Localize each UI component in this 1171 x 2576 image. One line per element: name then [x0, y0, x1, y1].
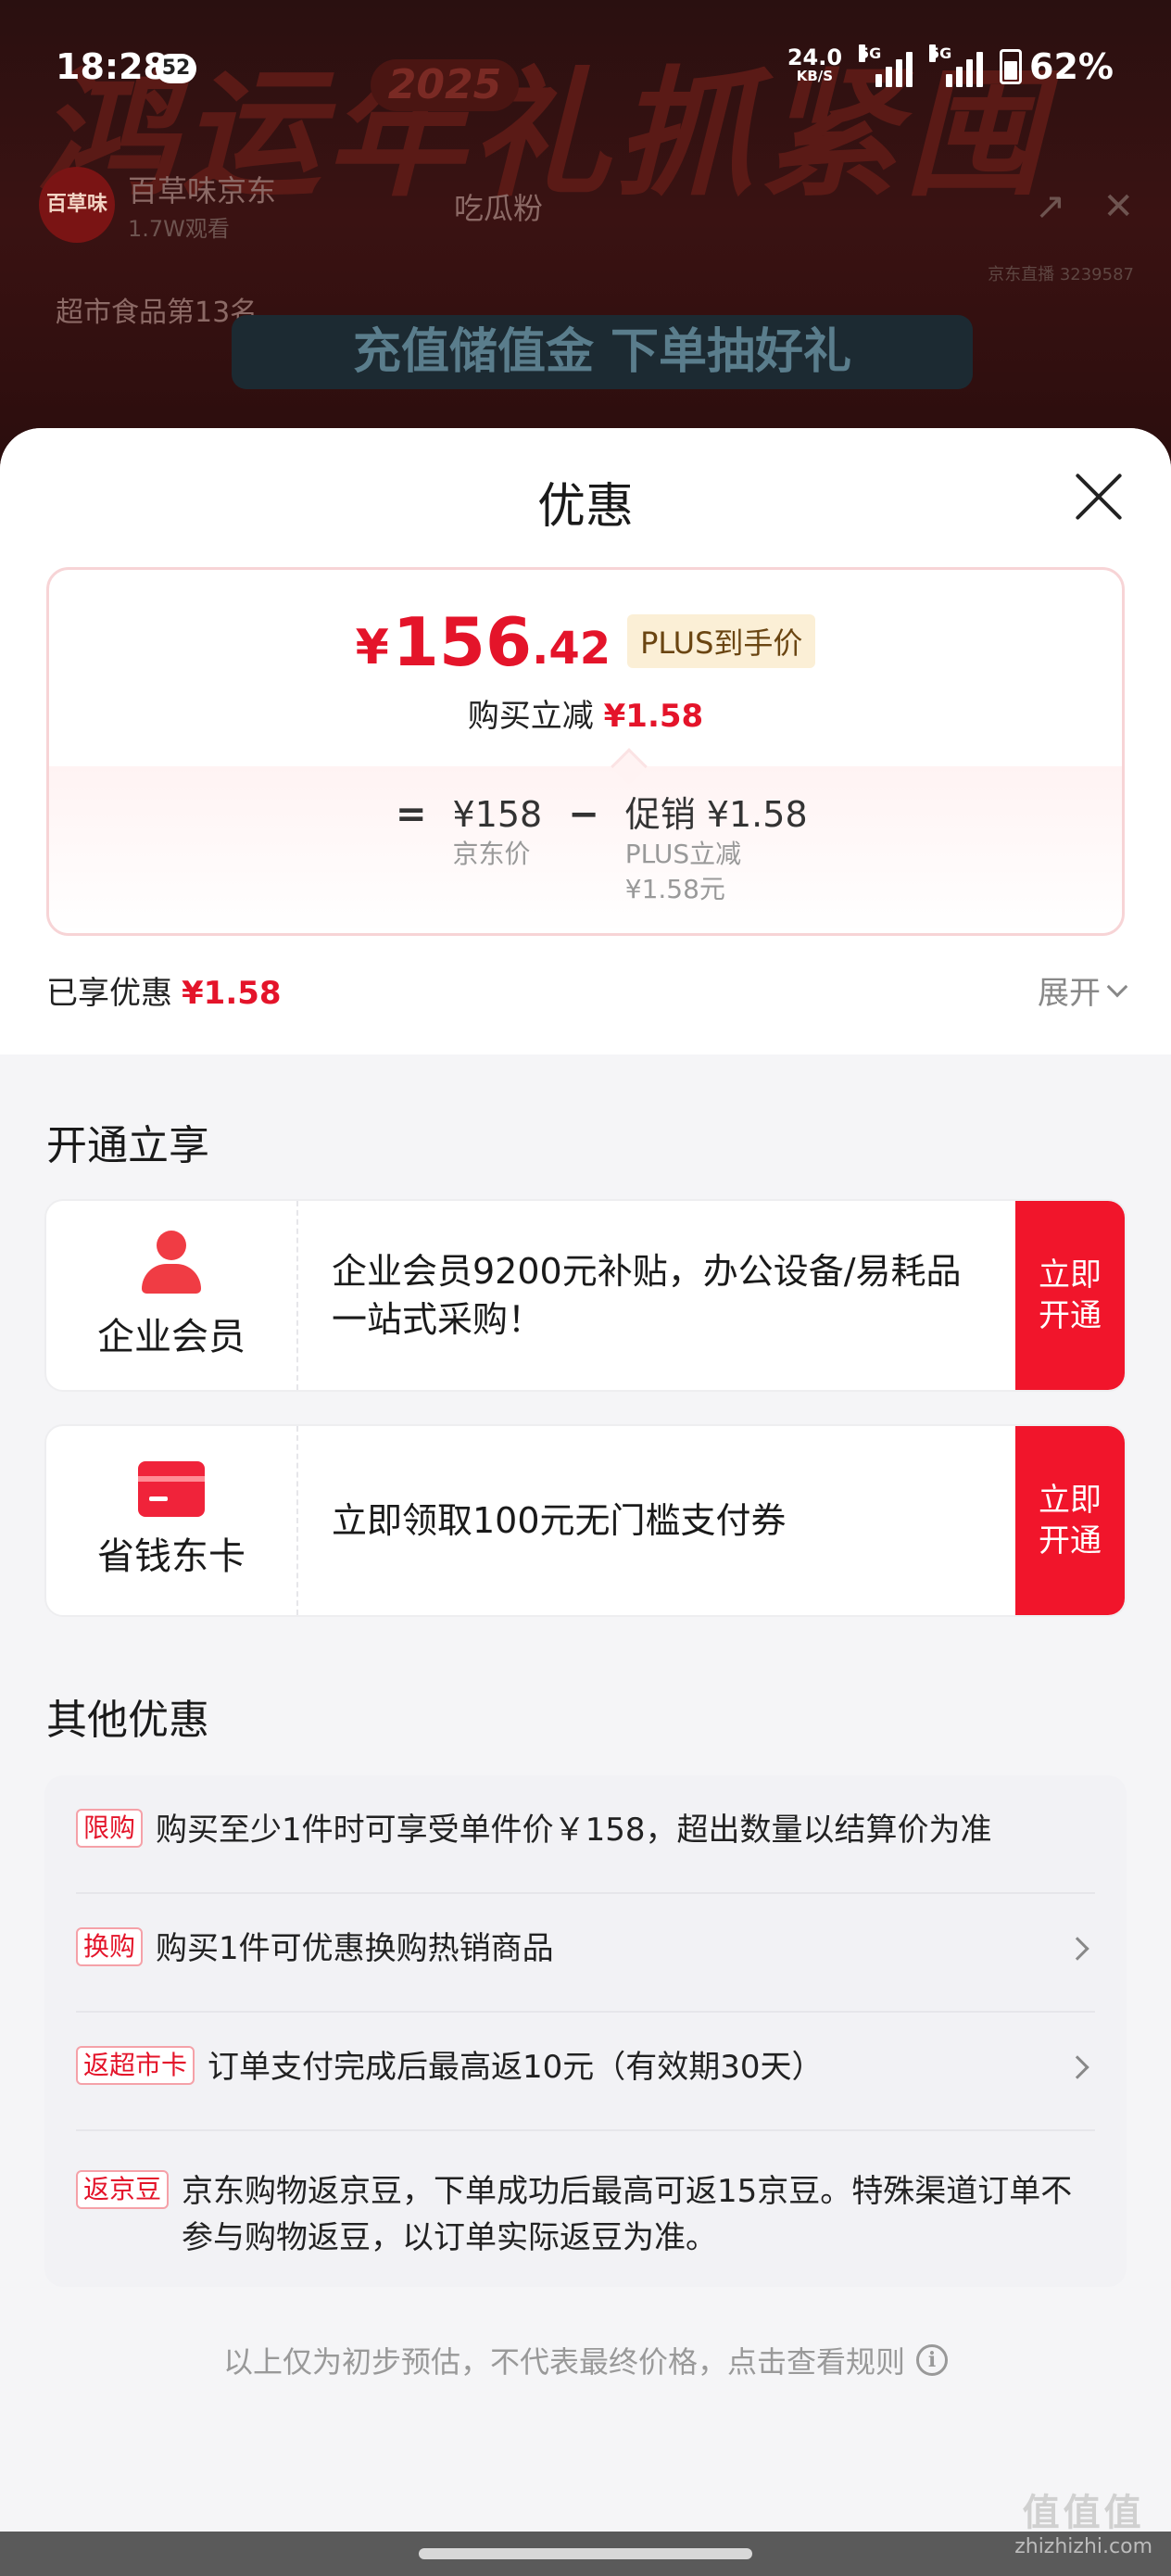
discount-tag: 返超市卡	[76, 2046, 195, 2085]
other-section-title: 其他优惠	[46, 1697, 209, 1744]
gesture-nav-bar	[0, 2532, 1171, 2576]
chevron-right-icon	[1065, 1937, 1089, 1961]
promo-value: 促销 ¥1.58	[624, 794, 808, 835]
close-stream-icon: ✕	[1102, 185, 1134, 228]
info-icon: i	[916, 2344, 948, 2376]
rank-label: 超市食品第13名	[56, 297, 258, 329]
price-currency: ¥	[355, 620, 389, 676]
price-summary-section: 优惠 ¥ 156 .42 PLUS到手价 购买立减 ¥1.58 = ¥158 京…	[0, 428, 1171, 1054]
battery-indicator: 62%	[1000, 46, 1114, 87]
member-description: 立即领取100元无门槛支付券	[332, 1500, 787, 1541]
viewer-count: 1.7W观看	[128, 215, 230, 242]
savings-card-card[interactable]: 省钱东卡 立即领取100元无门槛支付券 立即开通	[44, 1424, 1127, 1617]
watermark-logo: 值值值	[1022, 2492, 1145, 2534]
discount-tag: 返京豆	[76, 2170, 170, 2209]
battery-icon	[1000, 49, 1023, 84]
enjoyed-amount: ¥1.58	[182, 975, 282, 1012]
expand-label: 展开	[1038, 975, 1101, 1012]
signal-icon-sim2: 5G	[929, 44, 984, 87]
close-icon[interactable]	[1071, 469, 1127, 524]
formula-minus: −	[568, 793, 599, 836]
member-name: 企业会员	[97, 1316, 246, 1358]
price-card: ¥ 156 .42 PLUS到手价 购买立减 ¥1.58 = ¥158 京东价 …	[46, 567, 1125, 936]
plus-price-tag: PLUS到手价	[627, 614, 816, 668]
fans-label: 吃瓜粉	[454, 191, 544, 226]
status-bar: 18:28 52 24.0 KB/S 5G 5G 62%	[0, 0, 1171, 139]
instant-discount-label: 购买立减	[467, 698, 594, 735]
site-watermark: 值值值 zhizhizhi.com	[1014, 2491, 1152, 2558]
notification-count-badge: 52	[156, 54, 196, 83]
formula-promo: 促销 ¥1.58 PLUS立减 ¥1.58元	[625, 792, 808, 907]
promo-detail-2: ¥1.58元	[624, 874, 725, 904]
network-speed: 24.0 KB/S	[787, 44, 843, 85]
final-price: ¥ 156 .42 PLUS到手价	[49, 607, 1122, 677]
base-price-value: ¥158	[452, 794, 543, 835]
card-icon	[138, 1461, 205, 1517]
chevron-down-icon	[1106, 976, 1128, 997]
list-item-jd-beans: 返京豆 京东购物返京豆，下单成功后最高可返15京豆。特殊渠道订单不参与购物返豆，…	[76, 2129, 1095, 2261]
promo-band: 充值储值金 下单抽好礼	[232, 315, 973, 389]
discount-text: 订单支付完成后最高返10元（有效期30天）	[208, 2049, 824, 2086]
watermark-url: zhizhizhi.com	[1014, 2535, 1152, 2558]
estimate-note[interactable]: 以上仅为初步预估，不代表最终价格，点击查看规则 i	[0, 2339, 1171, 2381]
network-speed-value: 24.0	[787, 44, 843, 70]
open-now-button[interactable]: 立即开通	[1015, 1201, 1125, 1390]
enjoyed-label: 已享优惠	[46, 975, 172, 1012]
promo-detail-1: PLUS立减	[624, 839, 742, 869]
stream-host-row: 百草味 百草味京东 1.7W观看	[39, 167, 276, 243]
formula-equals: =	[396, 793, 427, 836]
open-now-button[interactable]: 立即开通	[1015, 1426, 1125, 1615]
price-formula: = ¥158 京东价 − 促销 ¥1.58 PLUS立减 ¥1.58元	[396, 792, 808, 907]
list-item-limit: 限购 购买至少1件时可享受单件价￥158，超出数量以结算价为准	[76, 1807, 1095, 1853]
discount-text: 购买1件可优惠换购热销商品	[156, 1930, 554, 1967]
member-description: 企业会员9200元补贴，办公设备/易耗品一站式采购！	[332, 1251, 962, 1340]
status-time: 18:28	[56, 46, 168, 87]
open-section-title: 开通立享	[46, 1122, 209, 1169]
other-discounts-list: 限购 购买至少1件时可享受单件价￥158，超出数量以结算价为准 换购 购买1件可…	[44, 1775, 1127, 2287]
enterprise-member-card[interactable]: 企业会员 企业会员9200元补贴，办公设备/易耗品一站式采购！ 立即开通	[44, 1199, 1127, 1392]
sim2-label: 5G	[929, 44, 952, 62]
price-decimal: .42	[532, 623, 611, 675]
formula-base: ¥158 京东价	[453, 792, 543, 907]
home-indicator[interactable]	[419, 2548, 752, 2559]
sheet-title: 优惠	[536, 479, 634, 535]
battery-percent: 62%	[1029, 46, 1114, 87]
chevron-right-icon	[1065, 2055, 1089, 2079]
person-icon	[138, 1231, 205, 1297]
discount-text: 京东购物返京豆，下单成功后最高可返15京豆。特殊渠道订单不参与购物返豆，以订单实…	[182, 2173, 1073, 2256]
discount-text: 购买至少1件时可享受单件价￥158，超出数量以结算价为准	[156, 1812, 992, 1849]
discount-tag: 换购	[76, 1927, 144, 1966]
sim1-label: 5G	[859, 44, 882, 62]
signal-icon-sim1: 5G	[859, 44, 913, 87]
live-stream-background: 鸿运年礼抓紧囤 2025 18:28 52 24.0 KB/S 5G 5G 62…	[0, 0, 1171, 482]
member-name: 省钱东卡	[97, 1535, 246, 1578]
list-item-exchange[interactable]: 换购 购买1件可优惠换购热销商品	[76, 1892, 1095, 1972]
price-integer: 156	[392, 603, 533, 681]
shop-logo: 百草味	[39, 167, 115, 243]
member-card-left: 省钱东卡	[46, 1426, 298, 1615]
instant-discount-amount: ¥1.58	[603, 698, 704, 735]
status-icons: 24.0 KB/S 5G 5G 62%	[787, 44, 1114, 87]
estimate-note-text: 以上仅为初步预估，不代表最终价格，点击查看规则	[222, 2344, 905, 2380]
stream-actions: ↗ ✕	[1035, 185, 1134, 228]
stream-id: 京东直播 3239587	[988, 265, 1134, 284]
instant-discount: 购买立减 ¥1.58	[49, 690, 1122, 736]
discount-sheet: 优惠 ¥ 156 .42 PLUS到手价 购买立减 ¥1.58 = ¥158 京…	[0, 428, 1171, 2532]
shop-name: 百草味京东	[128, 172, 277, 208]
base-price-label: 京东价	[452, 839, 531, 869]
discount-tag: 限购	[76, 1809, 144, 1848]
share-icon: ↗	[1034, 185, 1066, 228]
expand-button[interactable]: 展开	[1038, 967, 1128, 1013]
member-card-left: 企业会员	[46, 1201, 298, 1390]
list-item-supermarket-card[interactable]: 返超市卡 订单支付完成后最高返10元（有效期30天）	[76, 2011, 1095, 2090]
enjoyed-discount: 已享优惠 ¥1.58	[46, 967, 282, 1013]
